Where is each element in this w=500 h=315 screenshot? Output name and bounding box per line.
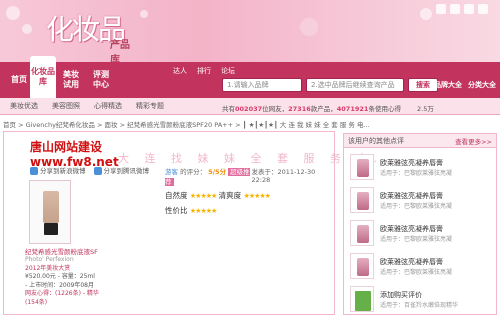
- product-name[interactable]: 纪梵希感光雪颜粉底液SF: [25, 248, 105, 256]
- sidebar-item[interactable]: 欧莱雅弦亮凝养唇膏 适用于：巴黎欧莱雅弦亮凝: [350, 154, 494, 184]
- share-weibo-label: 分享到新浪微博: [40, 167, 86, 175]
- sidebar-item-desc: 适用于：巴黎欧莱雅弦亮凝: [380, 203, 453, 210]
- rating-label: 性价比: [165, 206, 188, 215]
- stats-products: 27316: [288, 105, 311, 113]
- product-date: - 上市时间：2009年08月: [25, 281, 94, 289]
- star-icon: ★★★★★: [189, 207, 217, 215]
- site-logo[interactable]: 化妆品 产品库: [10, 4, 130, 62]
- sidebar-item[interactable]: 添加购买评价 适用于：百雀羚水嫩倍现精华: [350, 286, 494, 315]
- nav-cosmetics-library[interactable]: 化妆品库: [30, 56, 56, 98]
- share-weibo-link[interactable]: 分享到新浪微博: [30, 165, 86, 175]
- rating-row: 自然度 ★★★★★ 清爽度 ★★★★★: [165, 190, 330, 201]
- watermark-line1: 唐山网站建设: [30, 140, 103, 154]
- logo-subtitle: 产品库: [110, 40, 130, 62]
- share-tencent-label: 分享到腾讯微博: [103, 167, 150, 175]
- secondary-links: 美妆优选 美容图照 心得精选 精彩专题: [10, 101, 164, 111]
- link-beauty-picks[interactable]: 美妆优选: [10, 101, 38, 111]
- product-price: ¥520.00元 - 容量：25ml: [25, 273, 95, 280]
- star-icon: ★★★★★: [189, 192, 217, 200]
- link-featured-reviews[interactable]: 心得精选: [94, 101, 122, 111]
- site-header: 化妆品 产品库: [0, 0, 500, 62]
- sidebar-item[interactable]: 欧莱雅弦亮凝养唇膏 适用于：巴黎欧莱雅弦亮凝: [350, 253, 494, 283]
- sidebar-item-title: 欧莱雅弦亮凝养唇膏: [380, 192, 443, 200]
- review-block: 游客 的评分： 5/5分 超级推荐 发表于：2011-12-30 22:28 自…: [165, 166, 330, 216]
- stats-text: 共有: [222, 105, 235, 113]
- top-icon-links: [436, 4, 488, 14]
- subnav-ranking[interactable]: 排行: [197, 66, 211, 76]
- site-stats: 共有002037位网友，27316款产品，4071921条使用心得 2.5万: [222, 103, 434, 113]
- bottle-cap-icon: [44, 223, 58, 235]
- subnav-experts[interactable]: 达人: [173, 66, 187, 76]
- sidebar-item-desc: 适用于：巴黎欧莱雅弦亮凝: [380, 236, 453, 243]
- lipstick-thumb: [350, 187, 374, 213]
- nav-beauty-trial[interactable]: 美妆试用: [60, 62, 82, 98]
- sidebar-item-title: 欧莱雅弦亮凝养唇膏: [380, 159, 443, 167]
- sidebar-item[interactable]: 欧莱雅弦亮凝养唇膏 适用于：巴黎欧莱雅弦亮凝: [350, 220, 494, 250]
- all-categories-link[interactable]: 分类大全: [468, 80, 496, 90]
- weibo-icon: [30, 167, 38, 175]
- product-image[interactable]: [29, 180, 71, 244]
- sub-nav: 达人 排行 论坛: [173, 66, 235, 76]
- nav-home[interactable]: 首页: [8, 62, 30, 98]
- sidebar-item-desc: 适用于：百雀羚水嫩倍现精华: [380, 302, 459, 309]
- brand-links: 品牌大全 分类大全: [434, 80, 496, 90]
- top-link-icon[interactable]: [436, 4, 446, 14]
- sidebar-title: 该用户的其他点评: [348, 136, 404, 145]
- breadcrumb[interactable]: 首页 > Givenchy纪梵希化妆品 > 面妆 > 纪梵希感光雪颜粉底液SPF…: [3, 119, 370, 129]
- nav-review-center[interactable]: 评测中心: [90, 62, 112, 98]
- top-link-icon[interactable]: [478, 4, 488, 14]
- share-links: 分享到新浪微博 分享到腾讯微博: [30, 165, 149, 175]
- product-review-count[interactable]: 网友心得：(1226条) - 精华 (154条): [25, 290, 105, 307]
- sidebar-header: 该用户的其他点评 查看更多>>: [344, 134, 496, 148]
- rating-label: 自然度: [165, 191, 188, 200]
- sidebar-item-desc: 适用于：巴黎欧莱雅弦亮凝: [380, 269, 453, 276]
- sidebar-item-desc: 适用于：巴黎欧莱雅弦亮凝: [380, 170, 453, 177]
- stats-tail: 2.5万: [417, 105, 434, 113]
- all-brands-link[interactable]: 品牌大全: [434, 80, 462, 90]
- product-search-input[interactable]: 2.选中品牌后继续查询产品: [306, 78, 404, 92]
- view-more-link[interactable]: 查看更多>>: [455, 136, 492, 146]
- review-header: 游客 的评分： 5/5分 超级推荐 发表于：2011-12-30 22:28: [165, 166, 330, 186]
- stats-users: 002037: [235, 105, 263, 113]
- lipstick-thumb: [350, 220, 374, 246]
- rating-label: 清爽度: [218, 191, 242, 200]
- review-user[interactable]: 游客: [165, 168, 178, 176]
- product-award[interactable]: 2012年美妆大赏: [25, 265, 105, 274]
- share-tencent-link[interactable]: 分享到腾讯微博: [93, 165, 150, 175]
- lipstick-thumb: [350, 253, 374, 279]
- top-link-icon[interactable]: [464, 4, 474, 14]
- sidebar-item-title: 添加购买评价: [380, 291, 422, 299]
- top-link-icon[interactable]: [450, 4, 460, 14]
- bottle-icon: [43, 191, 59, 223]
- review-date: 发表于：2011-12-30 22:28: [251, 168, 316, 184]
- sidebar-item-title: 欧莱雅弦亮凝养唇膏: [380, 225, 443, 233]
- tencent-icon: [93, 167, 102, 175]
- link-beauty-photos[interactable]: 美容图照: [52, 101, 80, 111]
- lipstick-thumb: [350, 154, 374, 180]
- search-bar: 1.请输入品牌 2.选中品牌后继续查询产品 搜索: [222, 77, 438, 93]
- product-card: 纪梵希感光雪颜粉底液SF Photo' Perfexion 2012年美妆大赏 …: [25, 180, 105, 310]
- sidebar-item[interactable]: 欧莱雅弦亮凝养唇膏 适用于：巴黎欧莱雅弦亮凝: [350, 187, 494, 217]
- stats-text: 条使用心得: [368, 105, 401, 113]
- rating-row: 性价比 ★★★★★: [165, 205, 330, 216]
- serum-thumb: [350, 286, 374, 312]
- brand-search-input[interactable]: 1.请输入品牌: [222, 78, 302, 92]
- stats-reviews: 4071921: [336, 105, 369, 113]
- score-label: 的评分：: [180, 168, 207, 176]
- petal-decoration: [420, 8, 432, 20]
- stats-text: 位网友，: [262, 105, 289, 113]
- star-icon: ★★★★★: [243, 192, 271, 200]
- petal-decoration: [140, 10, 148, 18]
- subnav-forum[interactable]: 论坛: [221, 66, 235, 76]
- product-subname: Photo' Perfexion: [25, 256, 74, 263]
- link-topics[interactable]: 精彩专题: [136, 101, 164, 111]
- sidebar-item-title: 欧莱雅弦亮凝养唇膏: [380, 258, 443, 266]
- sidebar-other-reviews: 该用户的其他点评 查看更多>> 欧莱雅弦亮凝养唇膏 适用于：巴黎欧莱雅弦亮凝 欧…: [343, 133, 497, 315]
- review-score: 5/5分: [208, 168, 227, 176]
- petal-decoration: [300, 18, 318, 36]
- stats-text: 款产品，: [310, 105, 337, 113]
